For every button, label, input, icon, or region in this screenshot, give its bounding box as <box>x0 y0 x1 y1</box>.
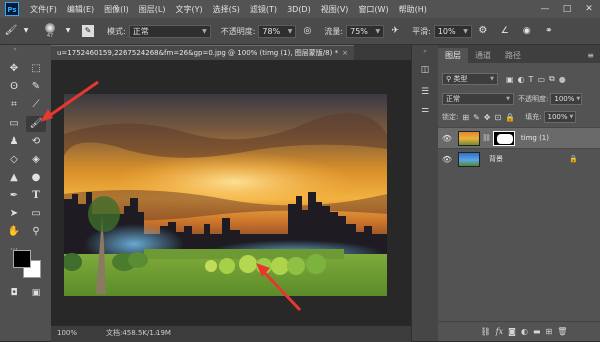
lock-position-icon[interactable]: ✥ <box>484 113 491 122</box>
zoom-level[interactable]: 100% <box>57 326 77 341</box>
chevron-down-icon: ▼ <box>490 75 494 82</box>
panel-icon-strip: « ◫ ☰ ⚌ <box>411 45 439 341</box>
panel-tabs: 图层 通道 路径 ≡ <box>438 45 600 63</box>
filter-kind-value: 类型 <box>453 74 468 83</box>
chevron-down-icon: ▼ <box>506 95 510 102</box>
filter-shape-icon[interactable]: ▭ <box>537 75 545 84</box>
fx-icon[interactable]: fx <box>496 327 503 336</box>
chevron-right-icon[interactable]: › <box>155 326 158 341</box>
layer-row-background[interactable]: 👁 背景 🔒 <box>438 148 600 169</box>
lock-artboard-icon[interactable]: ⊡ <box>494 113 501 122</box>
filter-toggle-icon[interactable]: ● <box>559 75 566 84</box>
lock-icon: 🔒 <box>569 155 578 163</box>
blend-row: 正常 ▼ 不透明度: 100% ▼ <box>438 93 600 105</box>
add-mask-icon[interactable]: ◙ <box>508 327 516 336</box>
layer-opacity-value: 100% <box>554 94 575 103</box>
filter-pixel-icon[interactable]: ▣ <box>506 75 514 84</box>
layer-thumbnail <box>458 151 480 167</box>
tab-paths[interactable]: 路径 <box>498 48 528 63</box>
blend-mode-select[interactable]: 正常 ▼ <box>442 93 514 105</box>
link-layers-icon[interactable]: ⛓ <box>481 327 491 336</box>
group-folder-icon[interactable]: ▬ <box>533 327 541 336</box>
tab-layers[interactable]: 图层 <box>438 48 468 63</box>
arrow-to-trees <box>256 263 302 312</box>
layer-filter-select[interactable]: ⚲ 类型 ▼ <box>442 73 498 85</box>
status-bar: 100% 文档:458.5K/1.19M › <box>51 325 411 342</box>
collapse-icon[interactable]: « <box>417 45 433 59</box>
filter-adjustment-icon[interactable]: ◐ <box>518 75 525 84</box>
arrow-to-brush-tool <box>40 80 99 122</box>
chevron-down-icon: ▼ <box>576 95 581 102</box>
layer-name: timg (1) <box>520 134 549 142</box>
layers-panel: 图层 通道 路径 ≡ ⚲ 类型 ▼ ▣ ◐ T ▭ ⧉ ● 正常 ▼ 不透明度: 1… <box>438 45 600 341</box>
fill-field[interactable]: 100% ▼ <box>543 111 576 123</box>
properties-panel-icon[interactable]: ⚌ <box>417 103 433 117</box>
filter-type-icon[interactable]: T <box>529 75 534 84</box>
visibility-eye-icon[interactable]: 👁 <box>440 155 454 164</box>
lock-row: 锁定: ⊞ ✎ ✥ ⊡ 🔒 填充: 100% ▼ <box>438 111 600 123</box>
lock-transparent-icon[interactable]: ⊞ <box>462 113 469 122</box>
trash-icon[interactable]: 🗑 <box>557 327 567 336</box>
lock-all-icon[interactable]: 🔒 <box>505 113 515 122</box>
tab-channels[interactable]: 通道 <box>468 48 498 63</box>
layer-row-timg[interactable]: 👁 ⛓ timg (1) <box>438 127 600 148</box>
lock-label: 锁定: <box>442 113 459 121</box>
layer-thumbnail <box>458 130 480 146</box>
layer-mask-thumbnail[interactable] <box>492 130 515 146</box>
blend-mode-value: 正常 <box>446 94 460 103</box>
mask-shape <box>496 133 513 144</box>
layer-opacity-label: 不透明度: <box>518 95 549 103</box>
document-size[interactable]: 文档:458.5K/1.19M <box>106 326 171 341</box>
panel-menu-icon[interactable]: ≡ <box>587 48 594 63</box>
filter-smart-object-icon[interactable]: ⧉ <box>549 74 555 84</box>
layer-opacity-field[interactable]: 100% ▼ <box>550 93 583 105</box>
mask-link-icon[interactable]: ⛓ <box>482 134 491 142</box>
visibility-eye-icon[interactable]: 👁 <box>440 134 454 143</box>
fill-value: 100% <box>547 112 568 121</box>
fill-label: 填充: <box>525 113 542 121</box>
layer-name: 背景 <box>489 155 503 163</box>
layers-footer: ⛓ fx ◙ ◐ ▬ ⊞ 🗑 <box>438 321 600 341</box>
layer-filter-row: ⚲ 类型 ▼ ▣ ◐ T ▭ ⧉ ● <box>438 73 600 85</box>
adjustments-panel-icon[interactable]: ☰ <box>417 85 433 99</box>
adjustment-layer-icon[interactable]: ◐ <box>521 327 528 336</box>
new-layer-icon[interactable]: ⊞ <box>546 327 553 336</box>
lock-image-icon[interactable]: ✎ <box>473 113 480 122</box>
history-panel-icon[interactable]: ◫ <box>417 63 433 77</box>
chevron-down-icon: ▼ <box>569 113 574 120</box>
